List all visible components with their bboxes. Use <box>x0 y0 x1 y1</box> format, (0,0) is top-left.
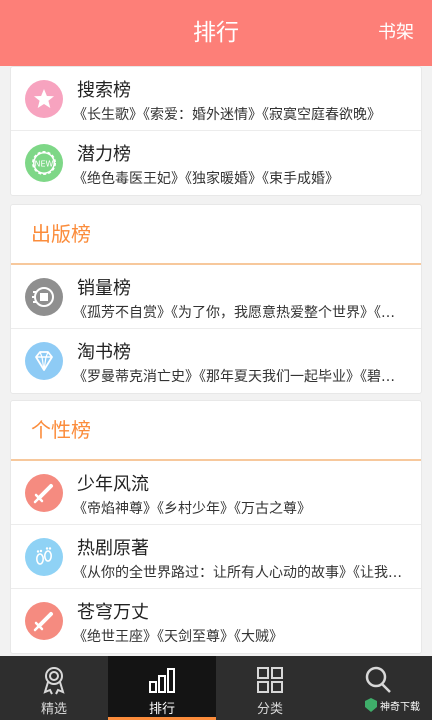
ranking-name: 潜力榜 <box>77 144 131 165</box>
new-badge-icon: NEW <box>25 144 63 182</box>
svg-text:NEW: NEW <box>35 160 54 169</box>
ranking-row-drama[interactable]: 热剧原著 《从你的全世界路过：让所有人心动的故事》《让我… <box>11 525 421 589</box>
tab-category[interactable]: 分类 <box>216 656 324 720</box>
sword-icon <box>25 474 63 512</box>
footprint-icon <box>25 538 63 576</box>
ranking-books: 《孤芳不自赏》《为了你，我愿意热爱整个世界》《… <box>73 305 395 321</box>
tab-ranking[interactable]: 排行 <box>108 656 216 720</box>
section-title-personal: 个性榜 <box>11 401 421 461</box>
bookshelf-button[interactable]: 书架 <box>378 0 414 66</box>
section-title-publish: 出版榜 <box>11 205 421 265</box>
tab-featured[interactable]: 精选 <box>0 656 108 720</box>
award-icon <box>43 667 65 695</box>
diamond-icon <box>25 342 63 380</box>
ranking-books: 《帝焰神尊》《乡村少年》《万古之尊》 <box>73 501 311 517</box>
publish-ranking-card: 出版榜 销量榜 《孤芳不自赏》《为了你，我愿意热爱整个世界》《… 淘书榜 《罗曼… <box>10 204 422 394</box>
sales-ranking-icon <box>25 278 63 316</box>
grid-icon <box>257 667 283 693</box>
sword-icon <box>25 602 63 640</box>
top-bar: 排行 书架 <box>0 0 432 66</box>
ranking-name: 热剧原著 <box>77 538 149 559</box>
tab-label: 排行 <box>148 702 175 717</box>
ranking-books: 《绝色毒医王妃》《独家暖婚》《束手成婚》 <box>73 171 339 187</box>
watermark-logo-icon <box>365 698 377 712</box>
ranking-row-sales[interactable]: 销量榜 《孤芳不自赏》《为了你，我愿意热爱整个世界》《… <box>11 265 421 329</box>
ranking-row-potential[interactable]: NEW 潜力榜 《绝色毒医王妃》《独家暖婚》《束手成婚》 <box>11 131 421 195</box>
ranking-books: 《从你的全世界路过：让所有人心动的故事》《让我… <box>73 565 402 581</box>
ranking-name: 少年风流 <box>77 474 149 495</box>
ranking-name: 销量榜 <box>77 278 131 299</box>
ranking-name: 搜索榜 <box>77 80 131 101</box>
tab-label: 精选 <box>40 702 67 717</box>
ranking-books: 《绝世王座》《天剑至尊》《大贼》 <box>73 629 283 645</box>
watermark: 神奇下载 <box>360 690 432 720</box>
ranking-books: 《罗曼蒂克消亡史》《那年夏天我们一起毕业》《碧… <box>73 369 395 385</box>
watermark-text: 神奇下载 <box>380 702 420 713</box>
tab-label: 分类 <box>256 702 283 717</box>
ranking-books: 《长生歌》《索爱：婚外迷情》《寂寞空庭春欲晚》 <box>73 107 381 123</box>
ranking-row-youth[interactable]: 少年风流 《帝焰神尊》《乡村少年》《万古之尊》 <box>11 461 421 525</box>
ranking-list[interactable]: 搜索榜 《长生歌》《索爱：婚外迷情》《寂寞空庭春欲晚》 NEW 潜力榜 《绝色毒… <box>0 66 432 656</box>
ranking-name: 淘书榜 <box>77 342 131 363</box>
ranking-row-taoshu[interactable]: 淘书榜 《罗曼蒂克消亡史》《那年夏天我们一起毕业》《碧… <box>11 329 421 393</box>
top-ranking-card: 搜索榜 《长生歌》《索爱：婚外迷情》《寂寞空庭春欲晚》 NEW 潜力榜 《绝色毒… <box>10 66 422 196</box>
bar-chart-icon <box>149 668 175 693</box>
star-icon <box>25 80 63 118</box>
page-title: 排行 <box>193 20 239 46</box>
ranking-row-sky[interactable]: 苍穹万丈 《绝世王座》《天剑至尊》《大贼》 <box>11 589 421 653</box>
personal-ranking-card: 个性榜 少年风流 《帝焰神尊》《乡村少年》《万古之尊》 热剧原著 《从你的全世界… <box>10 400 422 654</box>
ranking-name: 苍穹万丈 <box>77 602 149 623</box>
ranking-row-search[interactable]: 搜索榜 《长生歌》《索爱：婚外迷情》《寂寞空庭春欲晚》 <box>11 67 421 131</box>
